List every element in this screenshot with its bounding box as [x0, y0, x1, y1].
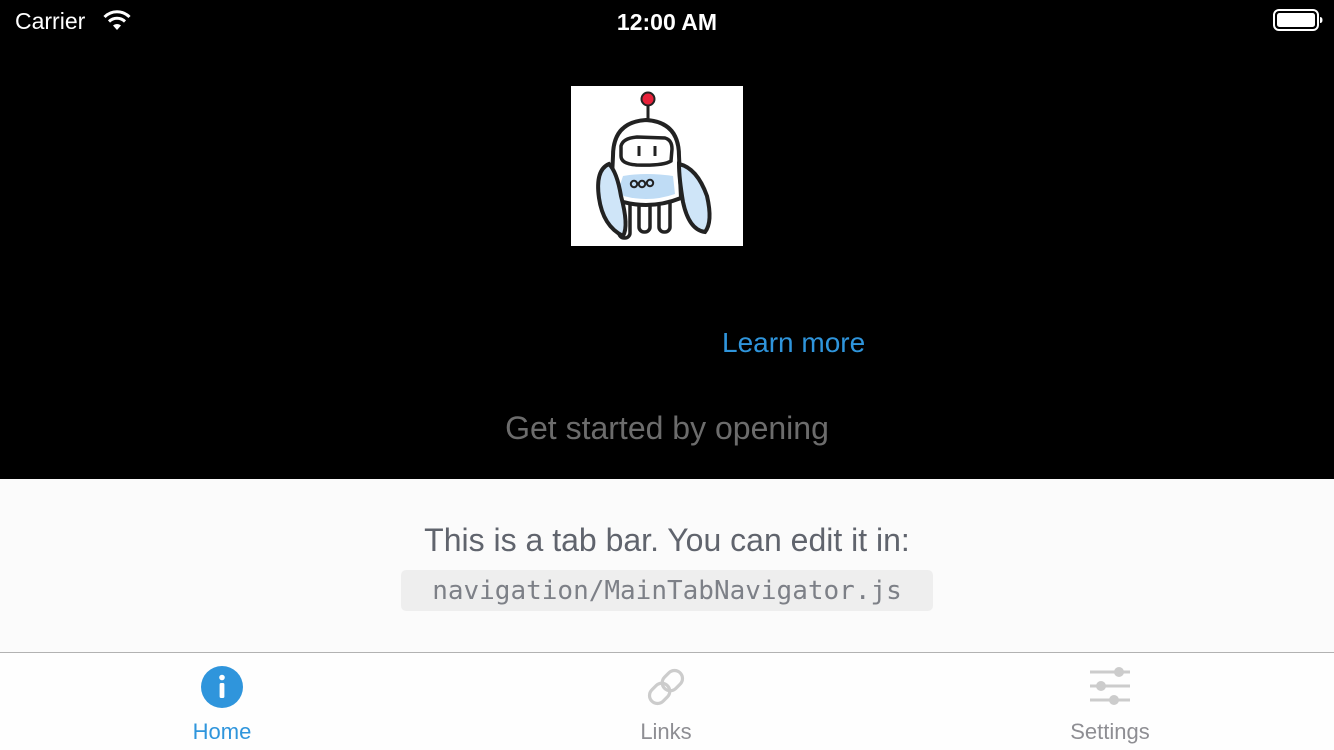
settings-sliders-icon [1090, 667, 1130, 705]
link-icon [647, 668, 685, 706]
learn-more-link[interactable]: Learn more [722, 325, 865, 361]
tab-bar-info-panel: This is a tab bar. You can edit it in: n… [0, 479, 1334, 653]
tab-settings-label: Settings [1070, 719, 1150, 744]
info-icon [201, 666, 243, 708]
bottom-tab-bar: Home Links Settings [0, 653, 1334, 750]
robot-icon [596, 91, 712, 240]
get-started-text: Get started by opening [505, 410, 829, 446]
welcome-image [571, 86, 743, 246]
tab-links[interactable]: Links [444, 653, 888, 750]
tab-links-label: Links [640, 719, 692, 744]
tab-bar-info-text: This is a tab bar. You can edit it in: [424, 522, 910, 558]
app-screen: Carrier 12:00 AM Learn more Get started … [0, 0, 1334, 750]
status-bar: Carrier 12:00 AM [0, 0, 1334, 44]
code-path-highlight: navigation/MainTabNavigator.js [401, 570, 933, 611]
code-path-text: navigation/MainTabNavigator.js [432, 576, 902, 606]
battery-icon [1273, 9, 1323, 31]
status-clock: 12:00 AM [616, 9, 718, 35]
tab-home-label: Home [192, 719, 252, 744]
tab-settings[interactable]: Settings [888, 653, 1332, 750]
tab-home[interactable]: Home [0, 653, 444, 750]
